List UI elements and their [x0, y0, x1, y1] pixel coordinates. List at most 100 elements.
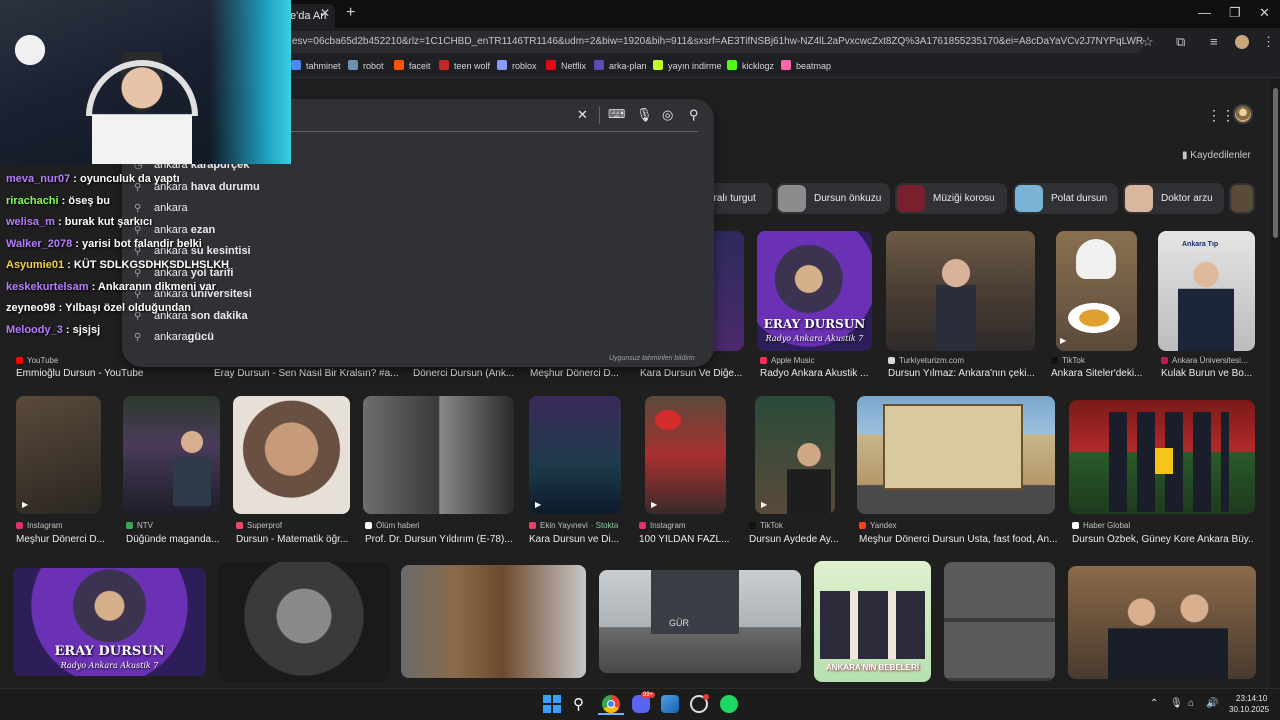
bookmark-item[interactable]: kicklogz [727, 60, 774, 71]
result-title[interactable]: Dursun Aydede Ay... [749, 534, 839, 545]
result-image-r3-2[interactable] [401, 565, 586, 678]
bookmark-item[interactable]: Netflix [546, 60, 586, 71]
result-source[interactable]: TikTok [1051, 356, 1085, 365]
microphone-tray-icon[interactable]: 🎙 [1170, 698, 1183, 709]
result-image-r2-4[interactable]: ▶ [529, 396, 621, 514]
result-source[interactable]: Superprof [236, 521, 282, 530]
result-title[interactable]: Kara Dursun ve Di... [529, 534, 619, 545]
result-source[interactable]: Yandex [859, 521, 897, 530]
kebab-menu-icon[interactable]: ⋮ [1262, 34, 1275, 50]
tab-close-icon[interactable]: ✕ [320, 6, 330, 20]
result-title[interactable]: Dursun Özbek, Güney Kore Ankara Büy... [1072, 534, 1254, 545]
result-title[interactable]: Radyo Ankara Akustik ... [760, 368, 868, 379]
suggestion-item[interactable]: ankara ezan [154, 224, 215, 236]
address-bar[interactable]: esv=06cba65d2b452210&rlz=1C1CHBD_enTR114… [282, 31, 1144, 53]
result-title[interactable]: Prof. Dr. Dursun Yıldırım (E-78)... [365, 534, 513, 545]
result-title[interactable]: Ankara Siteler'deki... [1051, 368, 1142, 379]
clear-search-icon[interactable]: ✕ [577, 107, 588, 123]
result-image-r2-0[interactable]: ▶ [16, 396, 101, 514]
result-source[interactable]: Ankara Üniversitesi... [1161, 356, 1248, 365]
result-title[interactable]: Dursun Yılmaz: Ankara'nın çeki... [888, 368, 1035, 379]
close-window-icon[interactable]: ✕ [1259, 5, 1270, 21]
result-image-7[interactable]: ▶ [1056, 231, 1137, 351]
chip-4[interactable]: Doktor arzu [1123, 183, 1224, 214]
result-source[interactable]: Haber Global [1072, 521, 1130, 530]
google-apps-icon[interactable]: ⋮⋮ [1207, 107, 1235, 124]
search-taskbar-icon[interactable]: ⚲ [573, 695, 591, 713]
result-image-r2-5[interactable]: ▶ [645, 396, 726, 514]
suggestion-item[interactable]: ankaragücü [154, 331, 214, 343]
result-source[interactable]: NTV [126, 521, 153, 530]
result-title[interactable]: Dönerci Dursun (Ank... [413, 368, 514, 379]
photos-icon[interactable] [661, 695, 679, 713]
result-title[interactable]: Meşhur Dönerci D... [16, 534, 105, 545]
chip-2[interactable]: Müziği korosu [895, 183, 1007, 214]
maximize-icon[interactable]: ❐ [1229, 5, 1241, 21]
chip-1[interactable]: Dursun önkuzu [776, 183, 890, 214]
result-title[interactable]: Dursun - Matematik öğr... [236, 534, 348, 545]
result-title[interactable]: Düğünde maganda... [126, 534, 219, 545]
result-title[interactable]: Kara Dursun Ve Diğe... [640, 368, 742, 379]
result-image-r2-8[interactable] [1069, 400, 1255, 514]
reading-list-icon[interactable]: ≡ [1210, 34, 1218, 49]
result-image-6[interactable] [886, 231, 1035, 351]
result-image-r2-2[interactable] [233, 396, 350, 514]
bookmark-item[interactable]: faceit [394, 60, 431, 71]
result-title[interactable]: 100 YILDAN FAZL... [639, 534, 729, 545]
result-image-r3-5[interactable] [944, 562, 1055, 681]
result-title[interactable]: Emmioğlu Dursun - YouTube [16, 368, 143, 379]
network-icon[interactable]: ⌂ [1188, 698, 1194, 709]
result-source[interactable]: Turkiyeturizm.com [888, 356, 964, 365]
result-title[interactable]: Eray Dursun - Sen Nasıl Bir Kralsın? #a.… [214, 368, 399, 379]
lens-icon[interactable]: ◎ [662, 107, 673, 123]
scrollbar-thumb[interactable] [1273, 88, 1278, 238]
result-image-r3-6[interactable] [1068, 566, 1256, 679]
bookmark-item[interactable]: arka-plan [594, 60, 647, 71]
result-source[interactable]: YouTube [16, 356, 58, 365]
result-image-r2-7[interactable] [857, 396, 1055, 514]
result-image-5[interactable]: ERAY DURSUN Radyo Ankara Akustik 7 [757, 231, 872, 351]
keyboard-icon[interactable]: ⌨ [608, 107, 625, 121]
chrome-icon[interactable] [602, 695, 620, 713]
result-image-8[interactable]: Ankara Tıp [1158, 231, 1255, 351]
microphone-icon[interactable]: 🎙 [636, 107, 653, 123]
result-source[interactable]: Ölüm haberi [365, 521, 420, 530]
result-image-r3-4[interactable]: ANKARA'NIN BEBELERİ [814, 561, 931, 682]
chip-3[interactable]: Polat dursun [1013, 183, 1118, 214]
result-source[interactable]: Ekin Yayınevi · Stokta [529, 521, 618, 530]
result-image-r2-1[interactable] [123, 396, 220, 514]
bookmark-star-icon[interactable]: ☆ [1142, 34, 1154, 50]
result-source[interactable]: Apple Music [760, 356, 815, 365]
result-title[interactable]: Meşhur Dönerci Dursun Usta, fast food, A… [859, 534, 1057, 545]
saved-link[interactable]: ▮ Kaydedilenler [1182, 150, 1251, 161]
clock-time[interactable]: 23:14:10 [1236, 694, 1267, 703]
result-image-r2-3[interactable] [363, 396, 514, 514]
bookmark-item[interactable]: yayın indirme [653, 60, 722, 71]
spotify-icon[interactable] [720, 695, 738, 713]
search-icon[interactable]: ⚲ [689, 107, 699, 123]
result-image-r2-6[interactable]: ▶ [755, 396, 835, 514]
account-avatar[interactable] [1233, 104, 1253, 124]
clock-date[interactable]: 30.10.2025 [1229, 705, 1269, 714]
result-image-r3-0[interactable]: ERAY DURSUN Radyo Ankara Akustik 7 [13, 568, 206, 676]
profile-avatar[interactable] [1235, 35, 1249, 49]
result-image-r3-3[interactable]: GÜR [599, 570, 801, 673]
suggestion-item[interactable]: ankara [154, 202, 188, 214]
new-tab-button[interactable]: + [346, 4, 355, 22]
result-source[interactable]: Instagram [16, 521, 63, 530]
chip-0[interactable]: aralı turgut [708, 183, 772, 214]
volume-icon[interactable]: 🔊 [1206, 698, 1218, 709]
result-source[interactable]: TikTok [749, 521, 783, 530]
bookmark-item[interactable]: beatmap [781, 60, 831, 71]
extensions-icon[interactable]: ⧉ [1176, 34, 1185, 50]
result-title[interactable]: Kulak Burun ve Bo... [1161, 368, 1252, 379]
result-title[interactable]: Meşhur Dönerci D... [530, 368, 619, 379]
chip-5[interactable] [1229, 183, 1255, 214]
bookmark-item[interactable]: teen wolf [439, 60, 490, 71]
bookmark-item[interactable]: tahminet [291, 60, 341, 71]
start-button[interactable] [543, 695, 561, 713]
minimize-icon[interactable]: — [1198, 5, 1211, 20]
tray-expand-icon[interactable]: ⌃ [1150, 698, 1158, 709]
bookmark-item[interactable]: robot [348, 60, 384, 71]
report-predictions-link[interactable]: Uygunsuz tahminleri bildirin [609, 355, 695, 362]
